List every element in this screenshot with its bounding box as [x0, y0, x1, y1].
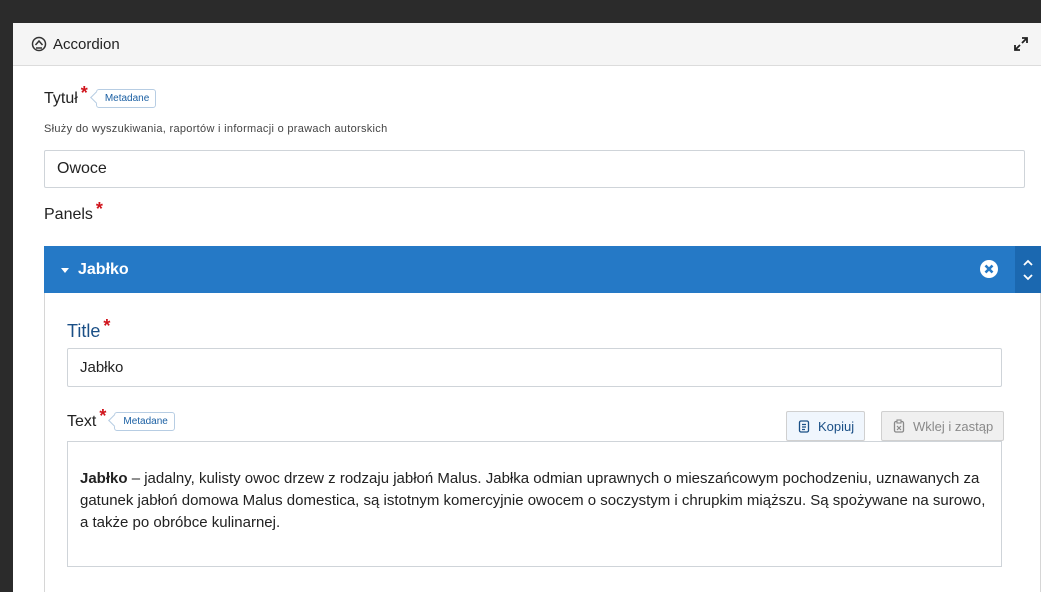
title-input[interactable]: Owoce [44, 150, 1025, 188]
move-down-icon[interactable] [1023, 273, 1033, 281]
library-icon [31, 36, 47, 52]
panel-title-field-label: Title [67, 321, 101, 341]
required-mark: * [103, 316, 111, 336]
title-field-label-row: Tytuł * Metadane [44, 83, 1041, 109]
panels-label: Panels [44, 205, 93, 223]
title-field-description: Służy do wyszukiwania, raportów i inform… [44, 123, 388, 135]
panel-title-field-label-row: Title * [67, 316, 110, 342]
caret-down-icon[interactable] [60, 265, 70, 275]
accordion-editor: Accordion Tytuł * Metadane Służy do wysz… [13, 23, 1041, 592]
required-mark: * [99, 406, 107, 426]
editor-header: Accordion [13, 23, 1041, 66]
text-editor[interactable]: Jabłko – jadalny, kulisty owoc drzew z r… [67, 441, 1002, 567]
panel-body: Title * Jabłko Text * Metadane Kopiuj Wk… [44, 293, 1041, 592]
expand-icon[interactable] [1011, 34, 1031, 54]
copy-button-label: Kopiuj [818, 418, 855, 434]
copy-button[interactable]: Kopiuj [786, 411, 866, 441]
move-up-icon[interactable] [1023, 259, 1033, 266]
panels-label-row: Panels * [44, 199, 1041, 225]
text-body: – jadalny, kulisty owoc drzew z rodzaju … [80, 470, 986, 531]
remove-panel-icon[interactable] [979, 259, 999, 279]
panel-header[interactable]: Jabłko [44, 246, 1041, 293]
editor-title: Accordion [53, 35, 120, 53]
metadata-tag[interactable]: Metadane [95, 89, 157, 108]
required-mark: * [80, 83, 88, 103]
text-field-label-row: Text * Metadane [67, 406, 175, 432]
paste-button-label: Wklej i zastąp [913, 418, 994, 434]
paste-icon [893, 419, 905, 433]
panel-title: Jabłko [78, 260, 129, 278]
title-field-label: Tytuł [44, 89, 78, 107]
copy-icon [798, 420, 810, 433]
reorder-controls [1015, 246, 1041, 293]
metadata-tag[interactable]: Metadane [114, 412, 175, 431]
text-field-label: Text [67, 412, 97, 430]
panel-title-input[interactable]: Jabłko [67, 348, 1002, 387]
bold-term: Jabłko [80, 470, 128, 487]
required-mark: * [95, 199, 103, 219]
paste-replace-button[interactable]: Wklej i zastąp [881, 411, 1005, 441]
